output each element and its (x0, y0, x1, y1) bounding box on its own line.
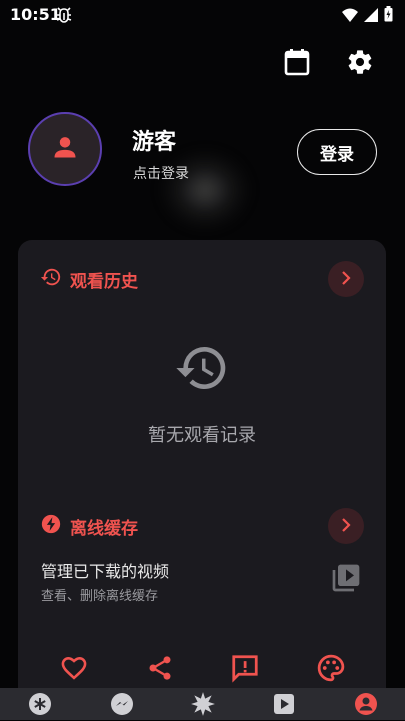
history-icon (40, 266, 62, 292)
nav-videos[interactable] (270, 692, 298, 720)
profile-icon (354, 692, 378, 720)
offline-more-button[interactable] (328, 508, 364, 544)
history-title: 观看历史 (70, 271, 138, 292)
gear-icon (346, 48, 374, 80)
bug-icon (56, 6, 72, 27)
content-card: 观看历史 暂无观看记录 离线缓存 管理已下载的视频 查看、删除离线缓存 (18, 240, 386, 690)
chevron-right-icon (339, 270, 353, 289)
offline-item-subtitle: 查看、删除离线缓存 (41, 589, 159, 604)
history-header[interactable]: 观看历史 (40, 266, 138, 292)
signal-icon (364, 7, 378, 26)
feedback-icon (230, 653, 260, 687)
theme-button[interactable] (315, 654, 347, 686)
palette-icon (316, 653, 346, 687)
offline-item-title[interactable]: 管理已下载的视频 (41, 558, 169, 582)
video-library-icon[interactable] (330, 562, 362, 598)
offline-header[interactable]: 离线缓存 (40, 513, 138, 539)
status-time: 10:51 (10, 5, 61, 24)
share-icon (146, 654, 174, 686)
feedback-button[interactable] (229, 654, 261, 686)
person-icon (51, 133, 79, 165)
favorite-button[interactable] (58, 654, 90, 686)
battery-icon (384, 6, 393, 26)
offline-title: 离线缓存 (70, 518, 138, 539)
history-empty-icon (174, 340, 230, 400)
sparkle-icon (190, 691, 216, 721)
status-bar: 10:51 (0, 0, 405, 30)
nav-home[interactable] (26, 692, 54, 720)
nav-messages[interactable] (108, 692, 136, 720)
avatar[interactable] (28, 112, 102, 186)
calendar-icon (284, 48, 310, 80)
action-row (18, 650, 386, 690)
background-glow (160, 150, 250, 230)
history-empty-text: 暂无观看记录 (148, 425, 256, 446)
chevron-right-icon (339, 517, 353, 536)
calendar-button[interactable] (281, 48, 313, 80)
nav-discover[interactable] (189, 692, 217, 720)
heart-icon (59, 654, 89, 686)
messenger-icon (110, 692, 134, 720)
settings-button[interactable] (344, 48, 376, 80)
history-more-button[interactable] (328, 261, 364, 297)
login-button[interactable]: 登录 (297, 129, 377, 175)
flash-icon (40, 513, 62, 539)
play-icon (272, 692, 296, 720)
login-hint[interactable]: 点击登录 (133, 163, 189, 183)
asterisk-icon (28, 692, 52, 720)
bottom-nav (0, 688, 405, 720)
wifi-icon (342, 7, 358, 26)
nav-profile[interactable] (352, 692, 380, 720)
username: 游客 (132, 130, 177, 155)
share-button[interactable] (144, 654, 176, 686)
